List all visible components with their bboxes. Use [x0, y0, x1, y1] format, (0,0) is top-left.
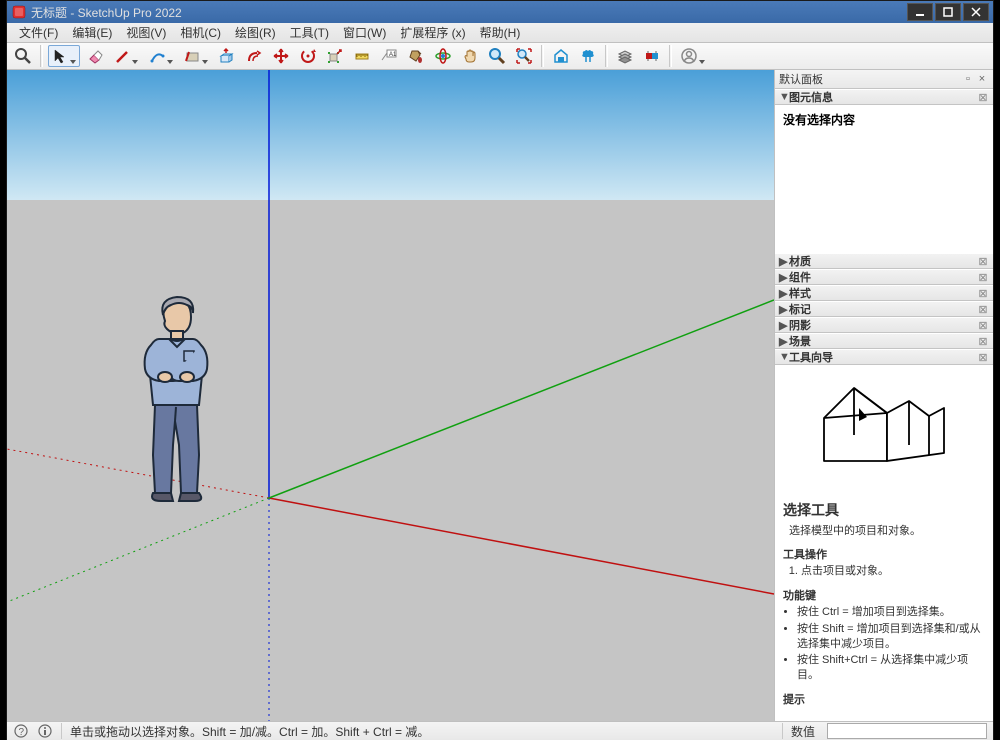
- arc-tool-icon[interactable]: [145, 45, 177, 67]
- status-message: 单击或拖动以选择对象。Shift = 加/减。Ctrl = 加。Shift + …: [70, 723, 774, 740]
- scale-tool-icon[interactable]: [323, 45, 347, 67]
- app-icon: [11, 4, 27, 20]
- tray-title-bar[interactable]: 默认面板 ▫ ×: [775, 70, 993, 89]
- title-bar: 无标题 - SketchUp Pro 2022: [7, 1, 993, 23]
- separator: [61, 723, 62, 739]
- instructor-illustration: [783, 369, 985, 496]
- select-tool-icon[interactable]: [48, 45, 80, 67]
- info-icon[interactable]: [37, 723, 53, 739]
- toolbar: A1: [7, 43, 993, 70]
- search-tool-icon[interactable]: [11, 45, 35, 67]
- entity-info-body: 没有选择内容: [775, 105, 993, 253]
- menu-file[interactable]: 文件(F): [13, 22, 64, 43]
- close-icon[interactable]: ⊠: [977, 255, 989, 268]
- chevron-right-icon: ▶: [779, 271, 789, 284]
- offset-tool-icon[interactable]: [242, 45, 266, 67]
- close-icon[interactable]: ⊠: [977, 319, 989, 332]
- user-icon[interactable]: [677, 45, 709, 67]
- separator: [40, 45, 43, 67]
- close-icon[interactable]: ⊠: [977, 335, 989, 348]
- instructor-tool-title: 选择工具: [783, 500, 985, 520]
- close-icon[interactable]: ⊠: [977, 351, 989, 364]
- tape-tool-icon[interactable]: [350, 45, 374, 67]
- menu-draw[interactable]: 绘图(R): [229, 22, 282, 43]
- menu-help[interactable]: 帮助(H): [474, 22, 527, 43]
- right-tray: 默认面板 ▫ × ▼ 图元信息 ⊠ 没有选择内容 ▶材质⊠ ▶组件⊠ ▶样式⊠ …: [774, 70, 993, 721]
- zoom-tool-icon[interactable]: [485, 45, 509, 67]
- menu-bar: 文件(F) 编辑(E) 视图(V) 相机(C) 绘图(R) 工具(T) 窗口(W…: [7, 23, 993, 43]
- line-tool-icon[interactable]: [110, 45, 142, 67]
- chevron-right-icon: ▶: [779, 287, 789, 300]
- instructor-keys-title: 功能键: [783, 587, 985, 603]
- warehouse-icon[interactable]: [549, 45, 573, 67]
- close-tray-icon[interactable]: ×: [975, 73, 989, 85]
- layers-icon[interactable]: [613, 45, 637, 67]
- help-icon[interactable]: ?: [13, 723, 29, 739]
- instructor-body: 选择工具 选择模型中的项目和对象。 工具操作 点击项目或对象。 功能键 按住 C…: [775, 365, 993, 721]
- separator: [669, 45, 672, 67]
- move-tool-icon[interactable]: [269, 45, 293, 67]
- chevron-right-icon: ▶: [779, 255, 789, 268]
- window-title: 无标题 - SketchUp Pro 2022: [31, 4, 905, 21]
- chevron-down-icon: ▼: [779, 91, 789, 103]
- instructor-key-ctrl: 按住 Ctrl = 增加项目到选择集。: [797, 605, 985, 620]
- separator: [541, 45, 544, 67]
- section-tags[interactable]: ▶标记⊠: [775, 301, 993, 317]
- minimize-button[interactable]: [907, 3, 933, 21]
- close-icon[interactable]: ⊠: [977, 91, 989, 104]
- close-icon[interactable]: ⊠: [977, 287, 989, 300]
- text-tool-icon[interactable]: A1: [377, 45, 401, 67]
- zoom-extents-tool-icon[interactable]: [512, 45, 536, 67]
- section-entity-info[interactable]: ▼ 图元信息 ⊠: [775, 89, 993, 105]
- section-materials[interactable]: ▶材质⊠: [775, 253, 993, 269]
- extension-manager-icon[interactable]: [640, 45, 664, 67]
- separator: [782, 723, 783, 739]
- close-icon[interactable]: ⊠: [977, 271, 989, 284]
- menu-edit[interactable]: 编辑(E): [66, 22, 118, 43]
- section-scenes[interactable]: ▶场景⊠: [775, 333, 993, 349]
- section-components[interactable]: ▶组件⊠: [775, 269, 993, 285]
- menu-tools[interactable]: 工具(T): [284, 22, 335, 43]
- section-styles[interactable]: ▶样式⊠: [775, 285, 993, 301]
- separator: [605, 45, 608, 67]
- instructor-key-shift: 按住 Shift = 增加项目到选择集和/或从选择集中减少项目。: [797, 622, 985, 652]
- menu-view[interactable]: 视图(V): [120, 22, 172, 43]
- rotate-tool-icon[interactable]: [296, 45, 320, 67]
- instructor-key-shiftctrl: 按住 Shift+Ctrl = 从选择集中减少项目。: [797, 653, 985, 683]
- orbit-tool-icon[interactable]: [431, 45, 455, 67]
- shape-tool-icon[interactable]: [180, 45, 212, 67]
- svg-text:A1: A1: [389, 52, 397, 58]
- instructor-tips-title: 提示: [783, 691, 985, 707]
- menu-extensions[interactable]: 扩展程序 (x): [394, 22, 471, 43]
- close-button[interactable]: [963, 3, 989, 21]
- chevron-right-icon: ▶: [779, 303, 789, 316]
- paint-tool-icon[interactable]: [404, 45, 428, 67]
- content-area: 默认面板 ▫ × ▼ 图元信息 ⊠ 没有选择内容 ▶材质⊠ ▶组件⊠ ▶样式⊠ …: [7, 70, 993, 721]
- viewport-3d[interactable]: [7, 70, 774, 721]
- chevron-down-icon: ▼: [779, 351, 789, 363]
- svg-text:?: ?: [19, 727, 25, 738]
- measurement-input[interactable]: [827, 723, 987, 739]
- instructor-op-step: 点击项目或对象。: [801, 564, 985, 579]
- section-instructor[interactable]: ▼工具向导⊠: [775, 349, 993, 365]
- pushpull-tool-icon[interactable]: [215, 45, 239, 67]
- app-window: 无标题 - SketchUp Pro 2022 文件(F) 编辑(E) 视图(V…: [6, 0, 994, 740]
- eraser-tool-icon[interactable]: [83, 45, 107, 67]
- extension-icon[interactable]: [576, 45, 600, 67]
- menu-window[interactable]: 窗口(W): [337, 22, 392, 43]
- close-icon[interactable]: ⊠: [977, 303, 989, 316]
- menu-camera[interactable]: 相机(C): [174, 22, 227, 43]
- pin-icon[interactable]: ▫: [961, 73, 975, 85]
- instructor-op-title: 工具操作: [783, 546, 985, 562]
- chevron-right-icon: ▶: [779, 319, 789, 332]
- tray-title: 默认面板: [779, 71, 961, 87]
- pan-tool-icon[interactable]: [458, 45, 482, 67]
- status-bar: ? 单击或拖动以选择对象。Shift = 加/减。Ctrl = 加。Shift …: [7, 721, 993, 740]
- maximize-button[interactable]: [935, 3, 961, 21]
- vcb-label: 数值: [791, 723, 819, 740]
- section-shadows[interactable]: ▶阴影⊠: [775, 317, 993, 333]
- chevron-right-icon: ▶: [779, 335, 789, 348]
- instructor-tool-desc: 选择模型中的项目和对象。: [789, 522, 985, 538]
